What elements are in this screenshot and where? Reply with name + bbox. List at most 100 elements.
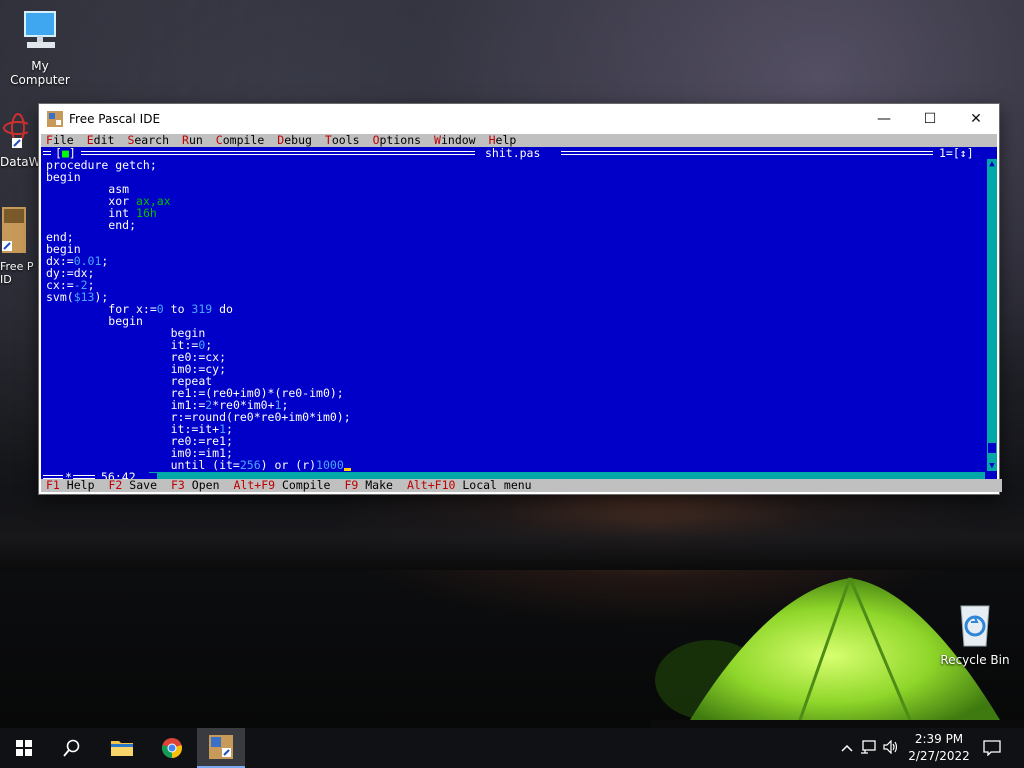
code-line: for x:=0 to 319 do [46, 302, 233, 316]
minimize-button[interactable]: — [861, 104, 907, 134]
code-line: until (it=256) or (r)1000 [46, 459, 976, 471]
taskbar-file-explorer[interactable] [98, 728, 146, 768]
desktop-icon-label: Recycle Bin [940, 653, 1010, 667]
code-line: asm [46, 182, 130, 196]
code-line: begin [46, 170, 81, 184]
scroll-up-arrow-icon[interactable]: ▲ [987, 159, 997, 169]
status-compile[interactable]: Alt+F9 Compile [234, 478, 331, 492]
status-help[interactable]: F1 Help [46, 478, 95, 492]
taskbar-free-pascal[interactable] [197, 728, 245, 768]
menu-hotkey: W [434, 133, 441, 147]
status-key: F3 [171, 478, 185, 492]
window-titlebar[interactable]: Free Pascal IDE — ☐ ✕ [39, 104, 999, 134]
vertical-scrollbar[interactable]: ▲ ▼ [987, 159, 997, 471]
search-icon [63, 739, 80, 757]
scroll-down-arrow-icon[interactable]: ▼ [987, 461, 997, 471]
desktop-icon-label: My Computer [10, 59, 70, 87]
clock-date: 2/27/2022 [908, 749, 970, 763]
status-label: Open [191, 478, 220, 492]
code-line: dx:=0.01; [46, 254, 109, 268]
menu-hotkey: H [488, 133, 496, 147]
notifications-button[interactable] [970, 728, 1014, 768]
free-pascal-icon [209, 735, 233, 759]
status-key: F2 [108, 478, 123, 492]
menu-hotkey: R [182, 133, 189, 147]
start-button[interactable] [0, 728, 48, 768]
status-key: Alt+F10 [406, 478, 456, 492]
menu-label: ile [52, 133, 74, 147]
frame-line [43, 151, 51, 155]
atom-icon [3, 113, 33, 148]
desktop-icon-label: DataW [0, 155, 41, 169]
search-button[interactable] [48, 728, 96, 768]
menu-options[interactable]: Options [373, 133, 421, 147]
menu-window[interactable]: Window [434, 133, 476, 147]
menu-edit[interactable]: Edit [87, 133, 115, 147]
status-key: F1 [46, 478, 60, 492]
menu-help[interactable]: Help [489, 133, 517, 147]
status-label: Compile [281, 478, 331, 492]
status-key: Alt+F9 [233, 478, 276, 492]
frame-line [81, 151, 475, 155]
windows-logo-icon [16, 740, 32, 756]
code-line: int 16h [46, 206, 157, 220]
menu-hotkey: T [324, 133, 332, 147]
menu-search[interactable]: Search [127, 133, 169, 147]
status-make[interactable]: F9 Make [344, 478, 393, 492]
menu-compile[interactable]: Compile [216, 133, 264, 147]
clock-time: 2:39 PM [914, 732, 964, 746]
desktop-icon-free-pascal[interactable]: Free P ID [0, 205, 38, 286]
vertical-scroll-thumb[interactable] [988, 443, 996, 453]
desktop-icon-my-computer[interactable]: My Computer [0, 10, 80, 87]
editor-file-name: shit.pas [485, 146, 541, 160]
status-label: Save [129, 478, 157, 492]
editor-frame-top: [■] shit.pas 1=[↕] [41, 147, 997, 159]
clock[interactable]: 2:39 PM 2/27/2022 [908, 731, 970, 765]
network-icon[interactable] [856, 739, 880, 757]
code-line: end; [46, 218, 137, 232]
free-pascal-icon [2, 207, 26, 253]
menu-run[interactable]: Run [182, 133, 203, 147]
code-line: procedure getch; [46, 159, 157, 172]
free-pascal-window: Free Pascal IDE — ☐ ✕ File Edit Search Run C… [39, 104, 1002, 494]
editor-close-box[interactable]: [■] [55, 147, 76, 159]
status-save[interactable]: F2 Save [109, 478, 158, 492]
volume-icon[interactable] [880, 739, 902, 757]
status-open[interactable]: F3 Open [171, 478, 220, 492]
editor-window: [■] shit.pas 1=[↕] procedure getch; begin… [41, 147, 997, 483]
taskbar-chrome[interactable] [148, 728, 196, 768]
close-icon: ✕ [970, 111, 982, 127]
code-line: begin [46, 242, 81, 256]
computer-icon [24, 11, 56, 48]
status-local-menu[interactable]: Alt+F10 Local menu [407, 478, 532, 492]
status-key: F9 [344, 478, 359, 492]
code-line: end; [46, 230, 74, 244]
menu-label: ompile [222, 133, 265, 147]
menu-label: dit [93, 133, 115, 147]
desktop-icon-dataw[interactable]: DataW [0, 110, 41, 169]
menu-hotkey: C [215, 133, 223, 147]
close-box-icon: ■ [61, 146, 69, 160]
menu-tools[interactable]: Tools [325, 133, 360, 147]
menu-file[interactable]: File [46, 133, 74, 147]
free-pascal-app-icon [47, 111, 63, 127]
taskbar: 2:39 PM 2/27/2022 [0, 728, 1024, 768]
editor-window-number[interactable]: 1=[↕] [939, 147, 974, 159]
menu-label: earch [134, 133, 169, 147]
menu-label: ptions [379, 133, 422, 147]
menu-debug[interactable]: Debug [277, 133, 312, 147]
status-label: Local menu [462, 478, 532, 492]
code-area[interactable]: procedure getch; begin asm xor ax,ax int … [46, 159, 976, 471]
notification-icon [983, 740, 1001, 756]
close-button[interactable]: ✕ [953, 104, 999, 134]
menu-label: elp [495, 133, 517, 147]
code-line: cx:=-2; [46, 278, 95, 292]
folder-icon [111, 741, 133, 756]
menu-hotkey: O [372, 133, 380, 147]
chevron-up-icon[interactable] [838, 741, 856, 755]
maximize-button[interactable]: ☐ [907, 104, 953, 134]
desktop-icon-recycle-bin[interactable]: Recycle Bin [935, 600, 1015, 667]
minimize-icon: — [877, 111, 891, 127]
menu-hotkey: F [46, 133, 53, 147]
window-title: Free Pascal IDE [69, 112, 161, 126]
